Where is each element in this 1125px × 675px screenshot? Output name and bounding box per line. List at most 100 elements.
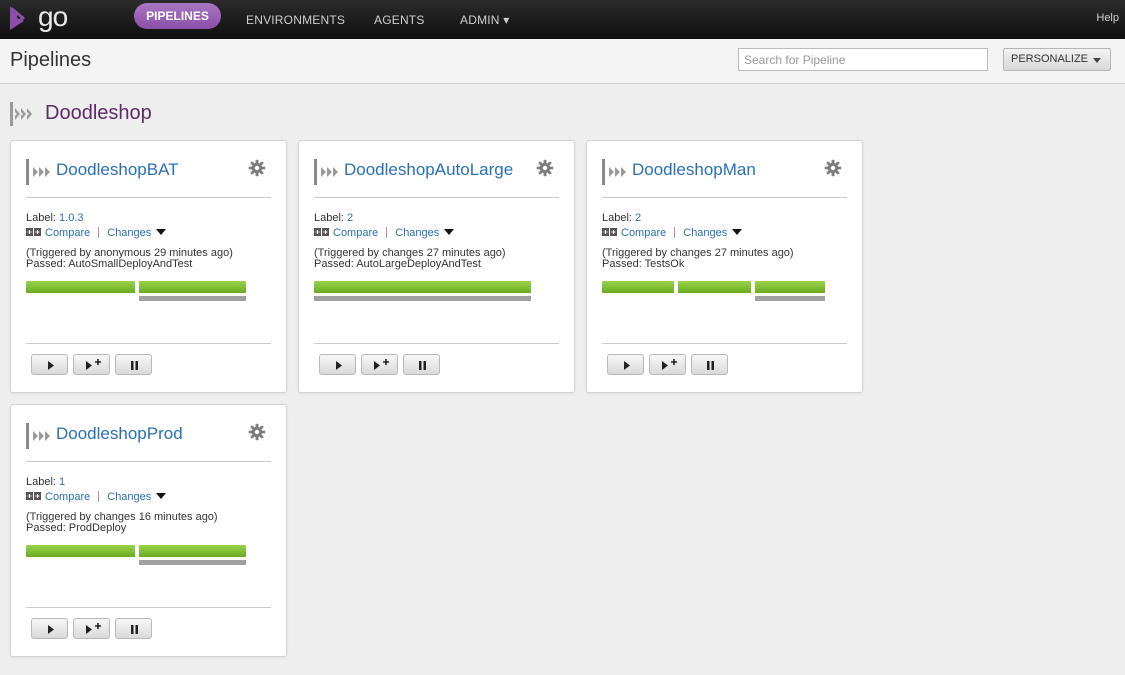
stage-history-bar bbox=[755, 296, 825, 301]
trigger-with-options-button[interactable] bbox=[73, 354, 110, 375]
pause-icon bbox=[131, 361, 138, 370]
pipeline-card: DoodleshopAutoLarge Label: 2 Compare Chan… bbox=[298, 140, 575, 393]
pipeline-card: DoodleshopMan Label: 2 Compare Changes (T… bbox=[586, 140, 863, 393]
nav-admin[interactable]: ADMIN ▾ bbox=[460, 10, 509, 30]
stage-bar-passed[interactable] bbox=[26, 281, 135, 293]
pipeline-name-link[interactable]: DoodleshopProd bbox=[56, 424, 183, 444]
stage-bar-passed[interactable] bbox=[139, 281, 246, 293]
stage-bar-passed[interactable] bbox=[26, 545, 135, 557]
changes-link[interactable]: Changes bbox=[107, 227, 151, 239]
passed-info: Passed: AutoSmallDeployAndTest bbox=[26, 258, 193, 270]
pipeline-label: Label: 2 bbox=[314, 212, 353, 224]
trigger-button[interactable] bbox=[607, 354, 644, 375]
compare-icon[interactable] bbox=[602, 228, 617, 236]
nav-agents[interactable]: AGENTS bbox=[374, 10, 425, 30]
caret-down-icon[interactable] bbox=[156, 493, 167, 500]
page-header: Pipelines PERSONALIZE bbox=[0, 39, 1125, 84]
nav-environments[interactable]: ENVIRONMENTS bbox=[246, 10, 345, 30]
label-value-link[interactable]: 2 bbox=[347, 212, 353, 224]
passed-info: Passed: TestsOk bbox=[602, 258, 685, 270]
compare-icon[interactable] bbox=[314, 228, 329, 236]
compare-icon[interactable] bbox=[26, 492, 41, 500]
play-icon bbox=[48, 625, 54, 634]
stage-bar-passed[interactable] bbox=[314, 281, 531, 293]
compare-link[interactable]: Compare bbox=[45, 491, 90, 503]
trigger-button[interactable] bbox=[31, 354, 68, 375]
link-separator bbox=[98, 226, 100, 238]
pause-icon bbox=[131, 625, 138, 634]
stage-bar-passed[interactable] bbox=[755, 281, 825, 293]
passed-info: Passed: AutoLargeDeployAndTest bbox=[314, 258, 481, 270]
label-value-link[interactable]: 1.0.3 bbox=[59, 212, 83, 224]
pipeline-card: DoodleshopBAT Label: 1.0.3 Compare Change… bbox=[10, 140, 287, 393]
trigger-with-options-button[interactable] bbox=[73, 618, 110, 639]
gear-icon[interactable] bbox=[536, 159, 554, 177]
stage-bar-passed[interactable] bbox=[602, 281, 674, 293]
label-prefix: Label: bbox=[314, 212, 348, 224]
compare-link[interactable]: Compare bbox=[45, 227, 90, 239]
trigger-with-options-button[interactable] bbox=[649, 354, 686, 375]
pipeline-links: Compare Changes bbox=[314, 226, 455, 241]
pipeline-label: Label: 1.0.3 bbox=[26, 212, 84, 224]
changes-link[interactable]: Changes bbox=[395, 227, 439, 239]
personalize-button[interactable]: PERSONALIZE bbox=[1003, 48, 1111, 71]
changes-link[interactable]: Changes bbox=[683, 227, 727, 239]
nav-pipelines[interactable]: PIPELINES bbox=[134, 3, 221, 29]
play-icon bbox=[624, 361, 630, 370]
personalize-label: PERSONALIZE bbox=[1011, 53, 1089, 65]
pipeline-name-link[interactable]: DoodleshopBAT bbox=[56, 160, 179, 180]
logo-text[interactable]: go bbox=[38, 1, 68, 33]
pause-icon bbox=[707, 361, 714, 370]
play-plus-icon bbox=[86, 623, 101, 634]
pause-button[interactable] bbox=[691, 354, 728, 375]
pipeline-group-title[interactable]: Doodleshop bbox=[45, 102, 152, 125]
gear-icon[interactable] bbox=[248, 423, 266, 441]
label-prefix: Label: bbox=[26, 476, 60, 488]
search-pipeline-input[interactable] bbox=[738, 48, 988, 71]
pipeline-group-icon bbox=[10, 102, 32, 126]
play-icon bbox=[336, 361, 342, 370]
compare-icon[interactable] bbox=[26, 228, 41, 236]
caret-down-icon[interactable] bbox=[444, 229, 455, 236]
trigger-button[interactable] bbox=[319, 354, 356, 375]
pipeline-card: DoodleshopProd Label: 1 Compare Changes (… bbox=[10, 404, 287, 657]
pause-button[interactable] bbox=[403, 354, 440, 375]
stage-history-bar bbox=[314, 296, 531, 301]
top-navigation-bar: go PIPELINES ENVIRONMENTS AGENTS ADMIN ▾… bbox=[0, 0, 1125, 39]
stage-bar-passed[interactable] bbox=[678, 281, 751, 293]
page-title: Pipelines bbox=[10, 49, 92, 71]
compare-link[interactable]: Compare bbox=[333, 227, 378, 239]
stage-history-bar bbox=[139, 560, 246, 565]
divider bbox=[314, 197, 559, 198]
label-value-link[interactable]: 1 bbox=[59, 476, 65, 488]
caret-down-icon[interactable] bbox=[156, 229, 167, 236]
trigger-button[interactable] bbox=[31, 618, 68, 639]
pipeline-links: Compare Changes bbox=[26, 226, 167, 241]
play-icon bbox=[48, 361, 54, 370]
pause-button[interactable] bbox=[115, 618, 152, 639]
pause-icon bbox=[419, 361, 426, 370]
play-plus-icon bbox=[374, 359, 389, 370]
link-separator bbox=[98, 490, 100, 502]
gear-icon[interactable] bbox=[248, 159, 266, 177]
pipeline-name-link[interactable]: DoodleshopAutoLarge bbox=[344, 160, 513, 180]
pipeline-icon bbox=[26, 423, 54, 449]
changes-link[interactable]: Changes bbox=[107, 491, 151, 503]
play-plus-icon bbox=[86, 359, 101, 370]
gear-icon[interactable] bbox=[824, 159, 842, 177]
pause-button[interactable] bbox=[115, 354, 152, 375]
divider bbox=[602, 343, 847, 344]
help-link[interactable]: Help bbox=[1096, 10, 1119, 26]
trigger-with-options-button[interactable] bbox=[361, 354, 398, 375]
caret-down-icon[interactable] bbox=[732, 229, 743, 236]
stage-bar-passed[interactable] bbox=[139, 545, 246, 557]
divider bbox=[314, 343, 559, 344]
passed-info: Passed: ProdDeploy bbox=[26, 522, 127, 534]
play-plus-icon bbox=[662, 359, 677, 370]
stage-history-bar bbox=[139, 296, 246, 301]
pipeline-links: Compare Changes bbox=[602, 226, 743, 241]
compare-link[interactable]: Compare bbox=[621, 227, 666, 239]
link-separator bbox=[674, 226, 676, 238]
label-value-link[interactable]: 2 bbox=[635, 212, 641, 224]
pipeline-name-link[interactable]: DoodleshopMan bbox=[632, 160, 756, 180]
